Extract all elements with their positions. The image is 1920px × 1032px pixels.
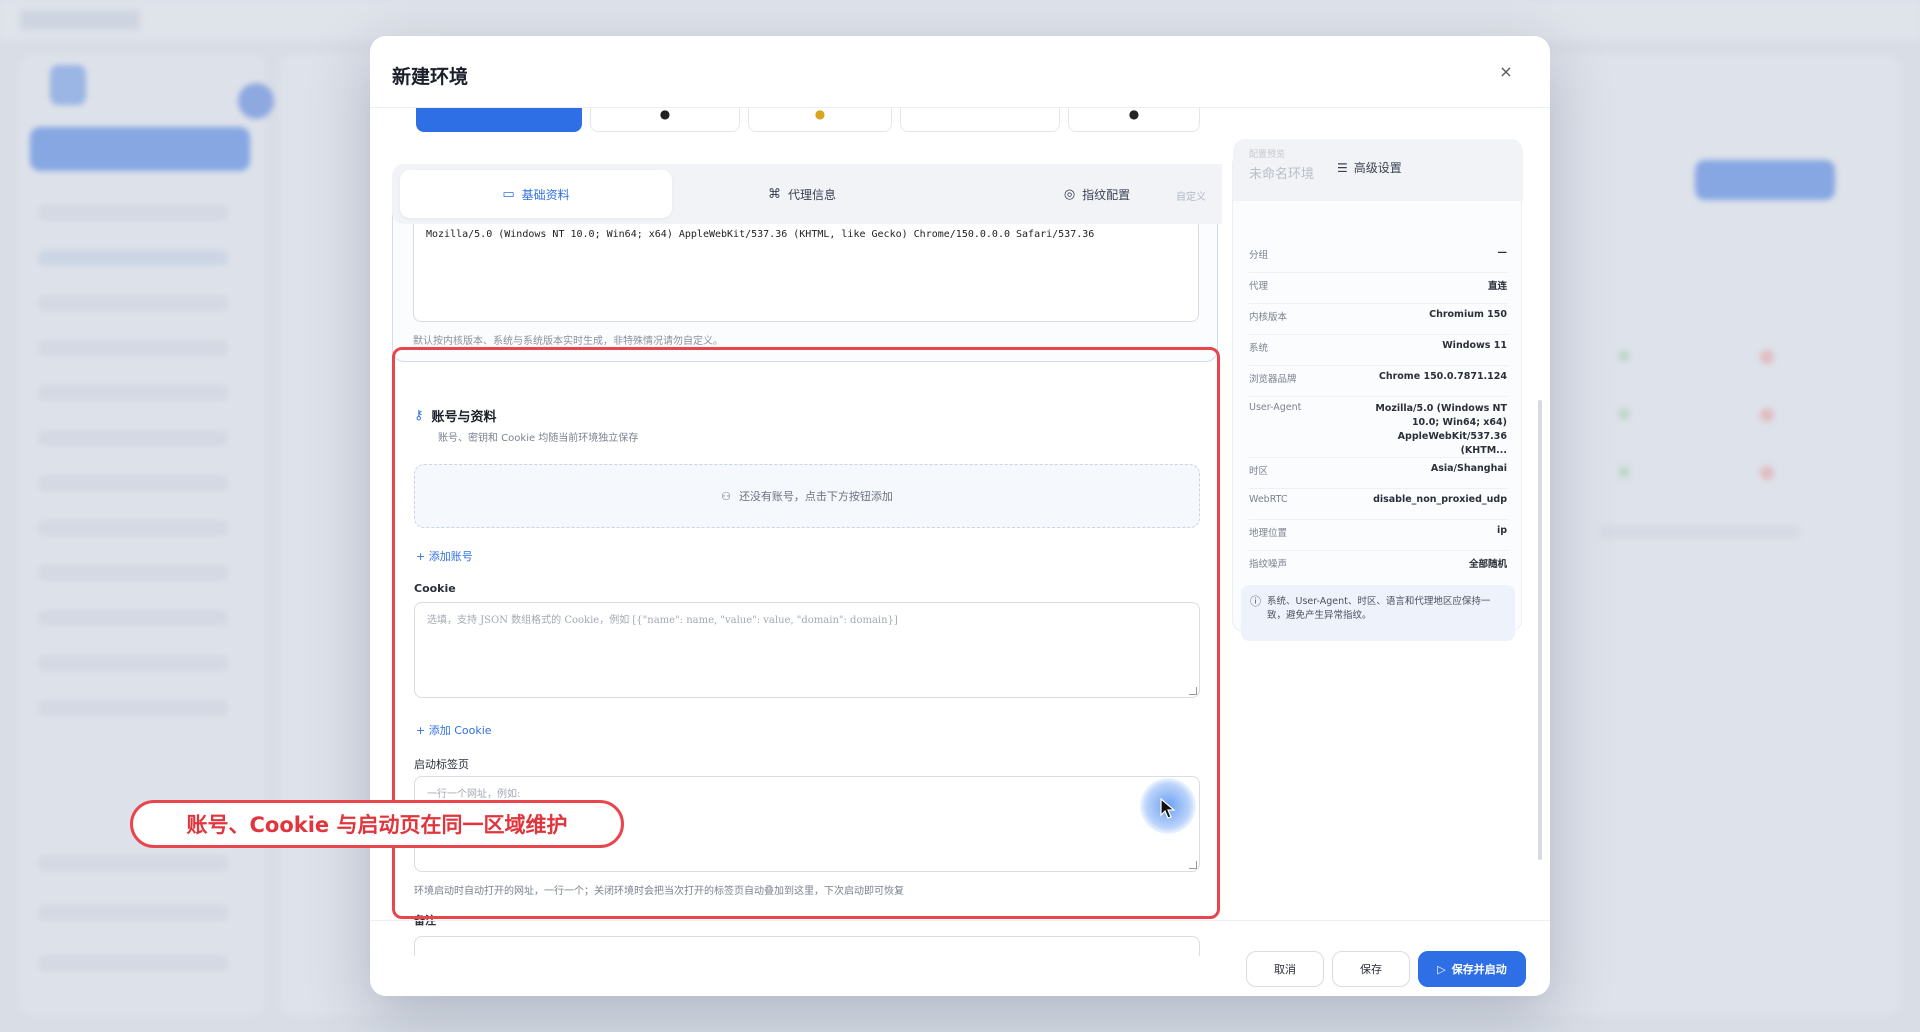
- browser-tile[interactable]: [900, 108, 1060, 132]
- mouse-cursor-icon: [1160, 798, 1176, 819]
- summary-row: User-Agent Mozilla/5.0 (Windows NT 10.0; …: [1249, 402, 1507, 458]
- advanced-settings-label: 高级设置: [1353, 161, 1402, 175]
- summary-row: 系统 Windows 11: [1249, 340, 1507, 366]
- info-icon: ⓘ: [1250, 595, 1261, 608]
- browser-tile[interactable]: [416, 108, 582, 132]
- summary-row: 分组 —: [1249, 247, 1507, 273]
- summary-row: 浏览器品牌 Chrome 150.0.7871.124: [1249, 371, 1507, 397]
- tab-proxy-info[interactable]: ⌘ 代理信息: [672, 170, 932, 218]
- sliders-icon: ☰: [1337, 160, 1348, 175]
- advanced-settings-button[interactable]: ☰ 高级设置: [1337, 159, 1402, 176]
- fingerprint-icon: ◎: [1063, 186, 1076, 202]
- browser-tile[interactable]: ●: [590, 108, 740, 132]
- dialog-title: 新建环境: [392, 66, 469, 88]
- user-agent-hint: 默认按内核版本、系统与系统版本实时生成，非特殊情况请勿自定义。: [413, 336, 723, 347]
- tab-fingerprint[interactable]: ◎ 指纹配置: [1032, 170, 1162, 218]
- summary-header: 配置预览 未命名环境 ☰ 高级设置: [1233, 139, 1523, 201]
- tab-label: 基础资料: [521, 187, 570, 202]
- monitor-icon: ▭: [502, 186, 515, 202]
- tab-fingerprint-sub: 自定义: [1176, 192, 1206, 203]
- summary-env-name: 未命名环境: [1249, 167, 1315, 182]
- annotation-callout: 账号、Cookie 与启动页在同一区域维护: [130, 800, 624, 848]
- summary-row: 地理位置 ip: [1249, 525, 1507, 551]
- play-icon: ▷: [1437, 962, 1446, 976]
- browser-tile[interactable]: ●: [1068, 108, 1200, 132]
- summary-row: 指纹噪声 全部随机: [1249, 559, 1507, 570]
- summary-note: ⓘ 系统、User-Agent、时区、语言和代理地区应保持一致，避免产生异常指纹…: [1241, 585, 1515, 641]
- section-tabs: ▭ 基础资料 ⌘ 代理信息 ◎ 指纹配置 自定义: [392, 164, 1222, 224]
- summary-row: 时区 Asia/Shanghai: [1249, 463, 1507, 489]
- summary-row: 内核版本 Chromium 150: [1249, 309, 1507, 335]
- summary-row: WebRTC disable_non_proxied_udp: [1249, 494, 1507, 520]
- save-button[interactable]: 保存: [1332, 951, 1410, 987]
- tab-label: 代理信息: [787, 187, 836, 202]
- config-summary-panel: 配置预览 未命名环境 ☰ 高级设置 分组 — 代理 直连 内核版本 Chromium …: [1232, 139, 1523, 641]
- save-and-launch-button[interactable]: ▷ 保存并启动: [1418, 951, 1526, 987]
- tab-label: 指纹配置: [1082, 187, 1131, 202]
- scrollbar[interactable]: [1538, 400, 1542, 860]
- user-agent-textarea[interactable]: Mozilla/5.0 (Windows NT 10.0; Win64; x64…: [413, 218, 1199, 322]
- network-icon: ⌘: [767, 186, 781, 202]
- summary-row: 代理 直连: [1249, 278, 1507, 304]
- summary-config-label: 配置预览: [1249, 150, 1286, 160]
- browser-tile[interactable]: ●: [748, 108, 892, 132]
- dialog-footer: 取消 保存 ▷ 保存并启动: [370, 920, 1550, 996]
- cancel-button[interactable]: 取消: [1246, 951, 1324, 987]
- tab-basic-info[interactable]: ▭ 基础资料: [400, 170, 672, 218]
- dialog-header: 新建环境 ×: [370, 36, 1550, 108]
- close-icon[interactable]: ×: [1496, 62, 1516, 82]
- user-agent-card: Mozilla/5.0 (Windows NT 10.0; Win64; x64…: [392, 208, 1218, 362]
- summary-note-text: 系统、User-Agent、时区、语言和代理地区应保持一致，避免产生异常指纹。: [1267, 596, 1491, 621]
- save-and-launch-label: 保存并启动: [1451, 963, 1507, 976]
